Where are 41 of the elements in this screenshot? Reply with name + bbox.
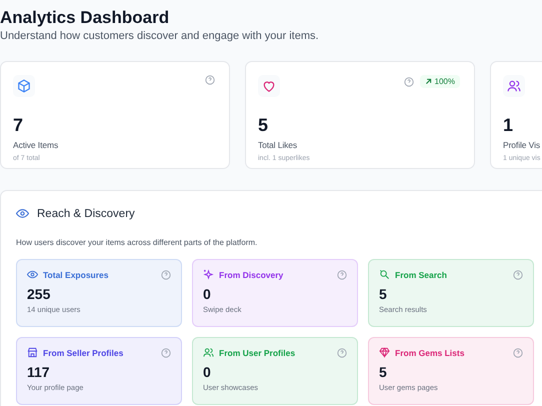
tile-value: 0	[203, 286, 212, 302]
page-title: Analytics Dashboard	[0, 7, 170, 28]
help-icon[interactable]	[205, 75, 215, 85]
page-subtitle: Understand how customers discover and engage with your items.	[0, 30, 320, 42]
help-icon[interactable]	[337, 270, 347, 280]
sparkle-icon	[203, 269, 214, 280]
tile-title: From User Profiles	[219, 348, 296, 358]
tile-title: Total Exposures	[43, 270, 108, 280]
help-icon[interactable]	[161, 348, 171, 358]
help-icon[interactable]	[404, 76, 414, 86]
stat-icon	[503, 75, 525, 97]
help-icon[interactable]	[513, 348, 523, 358]
stat-icon	[13, 75, 35, 97]
users-icon	[203, 347, 214, 358]
stat-icon	[258, 75, 280, 97]
tile-title: From Seller Profiles	[43, 348, 124, 358]
store-icon	[27, 347, 38, 358]
section-description: How users discover your items across different parts of the platform.	[16, 238, 258, 247]
stat-label: Total Likes	[258, 140, 298, 150]
tile-value: 255	[27, 286, 52, 302]
tile-title: From Gems Lists	[395, 348, 464, 358]
stat-label: Active Items	[13, 140, 60, 150]
stat-label: Profile Vis	[503, 140, 542, 150]
tile-value: 0	[203, 364, 212, 380]
section-title: Reach & Discovery	[37, 208, 135, 220]
stat-value: 5	[258, 115, 270, 136]
tile-value: 5	[379, 364, 388, 380]
eye-icon	[16, 207, 29, 220]
tile-value: 117	[27, 364, 51, 380]
trend-badge: 100%	[420, 75, 460, 88]
help-icon[interactable]	[513, 270, 523, 280]
gem-icon	[379, 347, 390, 358]
tile-title: From Discovery	[219, 270, 284, 280]
stat-value: 1	[503, 115, 514, 136]
stat-value: 7	[13, 115, 24, 136]
tile-value: 5	[379, 286, 388, 302]
help-icon[interactable]	[337, 348, 347, 358]
eye-icon	[27, 269, 38, 280]
tile-title: From Search	[395, 270, 447, 280]
search-icon	[379, 269, 390, 280]
help-icon[interactable]	[161, 270, 171, 280]
